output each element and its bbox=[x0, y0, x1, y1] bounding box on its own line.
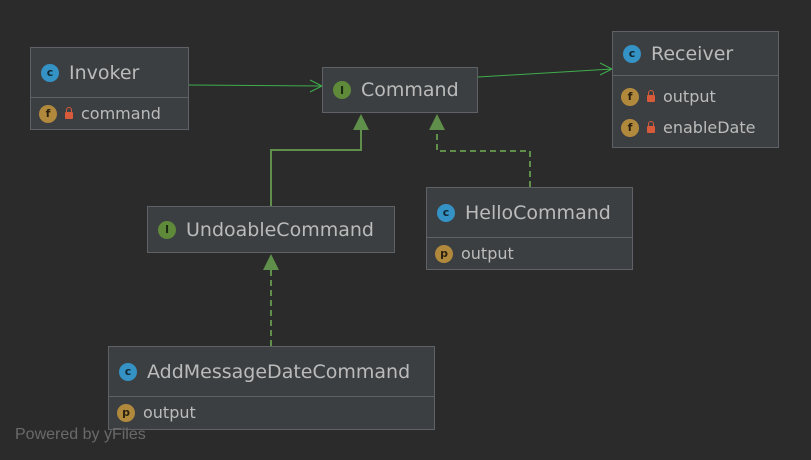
member-row[interactable]: f command bbox=[31, 98, 188, 129]
interface-node-command[interactable]: I Command bbox=[322, 67, 478, 113]
class-icon: c bbox=[623, 44, 641, 63]
node-title: Invoker bbox=[69, 61, 140, 84]
member-row[interactable]: f enableDate bbox=[613, 112, 778, 143]
member-name: enableDate bbox=[663, 118, 756, 137]
node-header: c AddMessageDateCommand bbox=[109, 347, 434, 397]
field-icon: f bbox=[621, 118, 639, 137]
node-title: AddMessageDateCommand bbox=[147, 360, 411, 383]
member-name: output bbox=[461, 244, 514, 263]
class-node-receiver[interactable]: c Receiver f output f enableDate bbox=[612, 31, 779, 148]
lock-icon bbox=[647, 121, 655, 133]
field-icon: f bbox=[39, 104, 57, 123]
field-icon: f bbox=[621, 87, 639, 106]
edge-addmessage-undoable bbox=[263, 254, 279, 346]
member-name: output bbox=[663, 87, 716, 106]
member-name: command bbox=[81, 104, 161, 123]
class-node-addmessagedatecommand[interactable]: c AddMessageDateCommand p output bbox=[108, 346, 435, 430]
property-icon: p bbox=[117, 403, 135, 422]
node-title: Receiver bbox=[651, 42, 734, 65]
node-header: I UndoableCommand bbox=[148, 207, 394, 252]
node-header: c Invoker bbox=[31, 48, 188, 98]
node-header: I Command bbox=[323, 68, 477, 112]
node-title: UndoableCommand bbox=[186, 218, 374, 241]
node-header: c Receiver bbox=[613, 32, 778, 76]
edge-invoker-command bbox=[188, 79, 324, 93]
edge-undoable-command bbox=[270, 114, 369, 206]
class-node-hellocommand[interactable]: c HelloCommand p output bbox=[426, 187, 633, 270]
class-node-invoker[interactable]: c Invoker f command bbox=[30, 47, 189, 130]
lock-icon bbox=[647, 90, 655, 102]
class-icon: c bbox=[119, 362, 137, 381]
class-icon: c bbox=[437, 203, 455, 222]
edge-hello-command bbox=[429, 114, 531, 187]
node-header: c HelloCommand bbox=[427, 188, 632, 238]
interface-node-undoablecommand[interactable]: I UndoableCommand bbox=[147, 206, 395, 253]
lock-icon bbox=[65, 107, 73, 119]
watermark-text: Powered by yFiles bbox=[15, 426, 146, 443]
member-row[interactable]: p output bbox=[109, 397, 434, 428]
interface-icon: I bbox=[158, 220, 176, 239]
member-name: output bbox=[143, 403, 196, 422]
class-icon: c bbox=[41, 63, 59, 82]
interface-icon: I bbox=[333, 81, 351, 99]
node-title: Command bbox=[361, 79, 459, 101]
edge-command-receiver bbox=[477, 62, 614, 78]
member-row[interactable]: f output bbox=[613, 81, 778, 112]
member-row[interactable]: p output bbox=[427, 238, 632, 269]
property-icon: p bbox=[435, 244, 453, 263]
node-title: HelloCommand bbox=[465, 201, 611, 224]
